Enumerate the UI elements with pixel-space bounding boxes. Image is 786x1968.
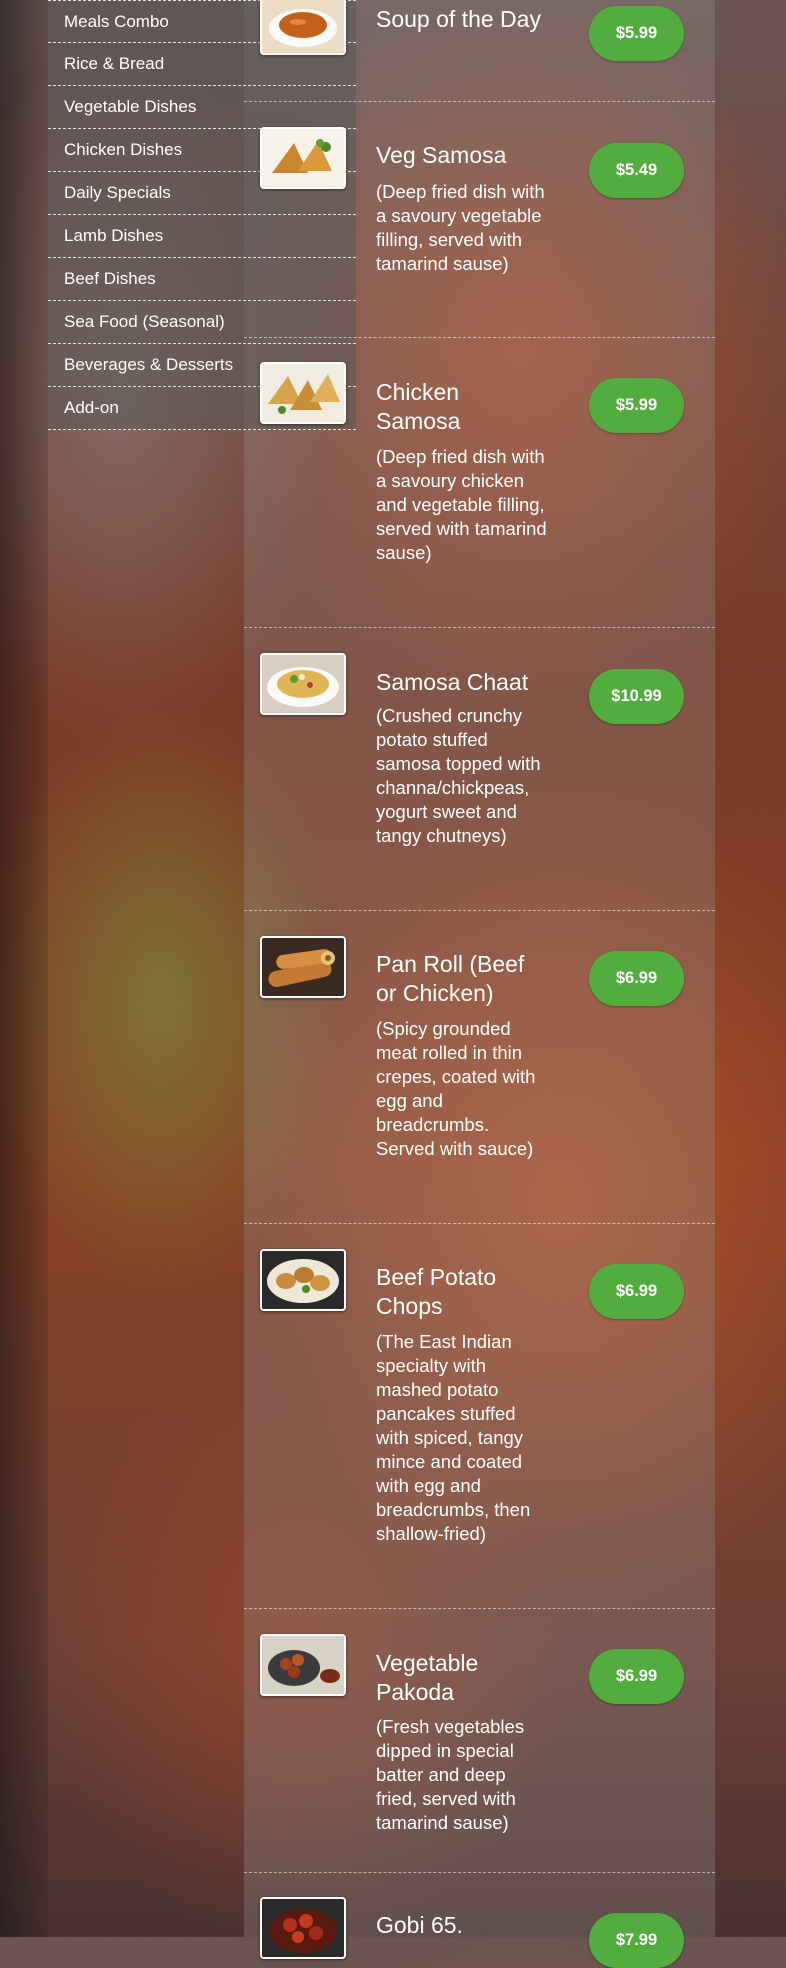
samosa-icon[interactable]: [260, 127, 346, 189]
chaat-icon[interactable]: [260, 653, 346, 715]
price-button[interactable]: $6.99: [589, 1649, 684, 1704]
soup-icon[interactable]: [260, 0, 346, 55]
price-button[interactable]: $5.99: [589, 6, 684, 61]
price-button[interactable]: $5.99: [589, 378, 684, 433]
background-shade: [0, 0, 48, 1937]
menu-item: Pan Roll (Beef or Chicken) (Spicy ground…: [244, 911, 715, 1224]
price-button[interactable]: $10.99: [589, 669, 684, 724]
sidebar-item-label: Beef Dishes: [64, 269, 156, 288]
sidebar-item-label: Daily Specials: [64, 183, 171, 202]
item-name: Beef Potato Chops: [376, 1264, 497, 1319]
price-button[interactable]: $7.99: [589, 1913, 684, 1968]
price-button[interactable]: $6.99: [589, 951, 684, 1006]
chops-icon[interactable]: [260, 1249, 346, 1311]
price-button[interactable]: $5.49: [589, 143, 684, 198]
menu-item: Beef Potato Chops (The East Indian speci…: [244, 1224, 715, 1609]
sidebar-item-label: Lamb Dishes: [64, 226, 164, 245]
sidebar-item-label: Chicken Dishes: [64, 140, 183, 159]
item-description: (The East Indian specialty with mashed p…: [376, 1331, 531, 1544]
item-description: (Fresh vegetables dipped in special batt…: [376, 1716, 525, 1833]
sidebar-item-label: Rice & Bread: [64, 54, 165, 73]
menu-item: Vegetable Pakoda (Fresh vegetables dippe…: [244, 1609, 715, 1873]
item-name: Soup of the Day: [376, 6, 541, 32]
menu-item: Gobi 65. $7.99: [244, 1873, 715, 1968]
item-description: (Crushed crunchy potato stuffed samosa t…: [376, 705, 541, 846]
item-name: Vegetable Pakoda: [376, 1650, 479, 1705]
item-description: (Deep fried dish with a savoury vegetabl…: [376, 181, 545, 274]
menu-item: Veg Samosa (Deep fried dish with a savou…: [244, 102, 715, 338]
sidebar-item-label: Meals Combo: [64, 11, 169, 31]
item-name: Veg Samosa: [376, 142, 507, 168]
sidebar-item-label: Vegetable Dishes: [64, 97, 197, 116]
item-name: Chicken Samosa: [376, 379, 461, 434]
item-name: Samosa Chaat: [376, 669, 529, 695]
menu-item: Samosa Chaat (Crushed crunchy potato stu…: [244, 628, 715, 911]
item-description: (Deep fried dish with a savoury chicken …: [376, 446, 547, 563]
item-description: (Spicy grounded meat rolled in thin crep…: [376, 1018, 536, 1159]
gobi-icon[interactable]: [260, 1897, 346, 1959]
menu-item: Chicken Samosa (Deep fried dish with a s…: [244, 338, 715, 628]
menu-item: Soup of the Day $5.99: [244, 0, 715, 102]
sidebar-item-label: Sea Food (Seasonal): [64, 312, 225, 331]
item-name: Pan Roll (Beef or Chicken): [376, 951, 525, 1006]
sidebar-item-label: Beverages & Desserts: [64, 355, 234, 374]
samosa-icon[interactable]: [260, 362, 346, 424]
sidebar-item-label: Add-on: [64, 398, 119, 417]
item-name: Gobi 65.: [376, 1912, 463, 1938]
roll-icon[interactable]: [260, 936, 346, 998]
pakoda-icon[interactable]: [260, 1634, 346, 1696]
price-button[interactable]: $6.99: [589, 1264, 684, 1319]
